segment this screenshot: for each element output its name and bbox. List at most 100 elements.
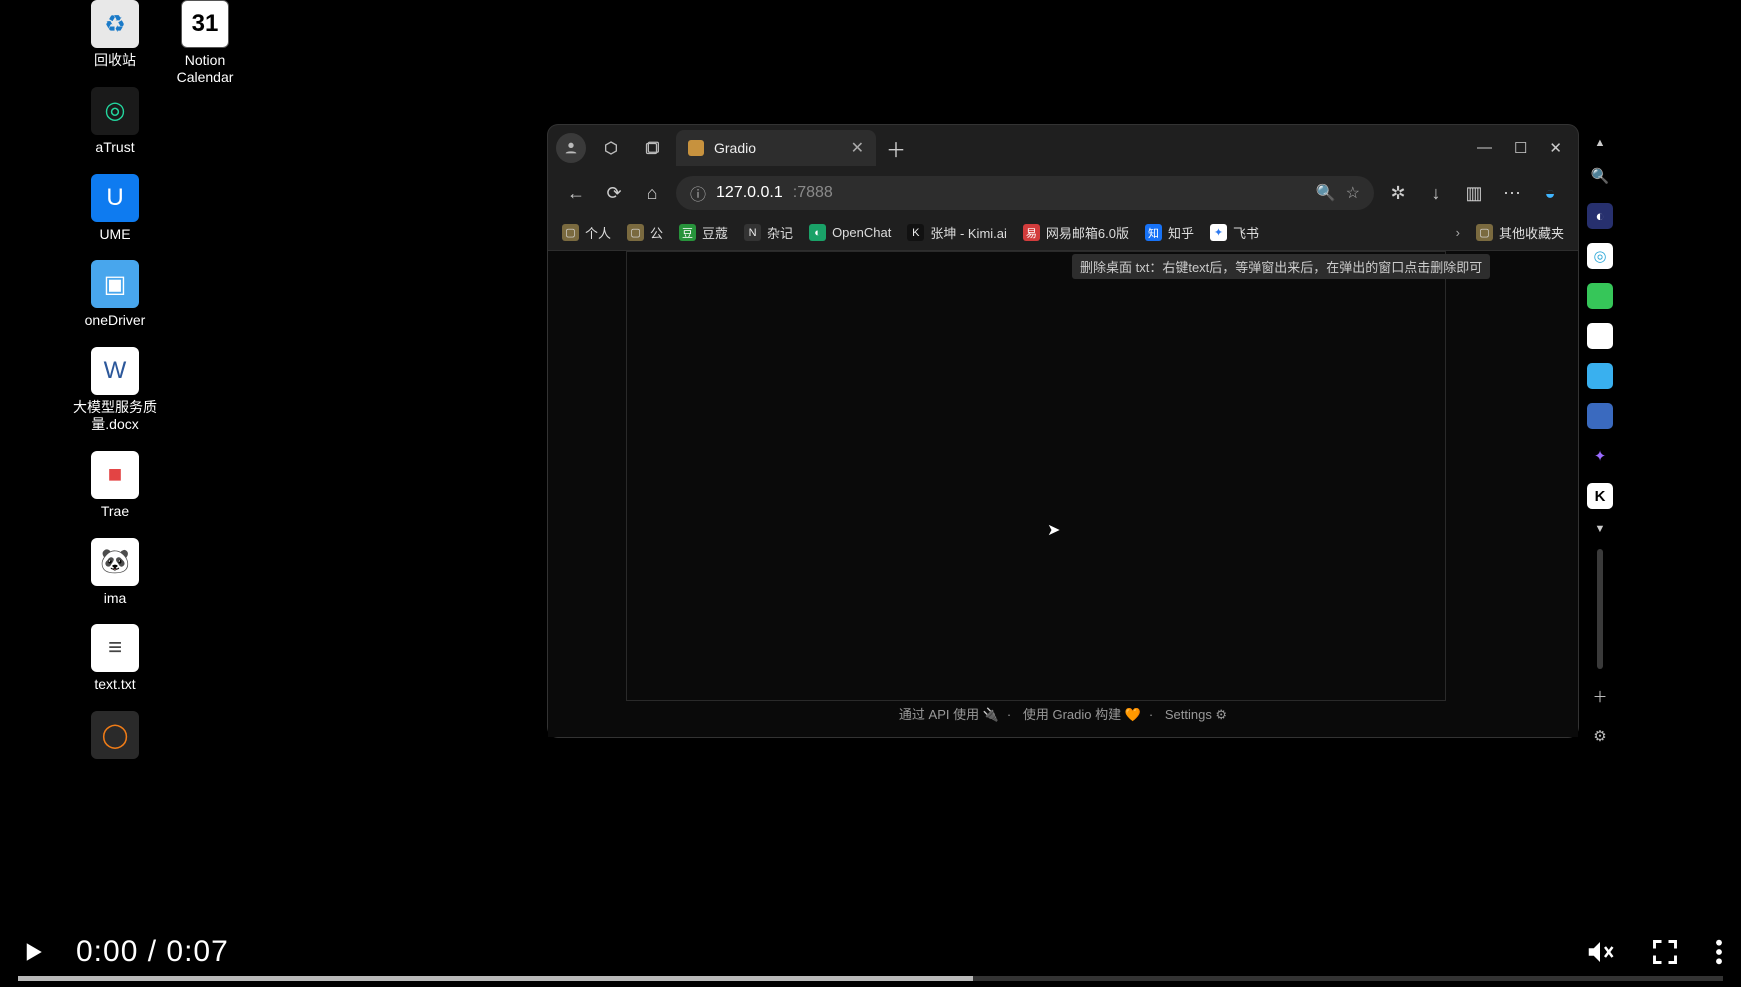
bookmark-label: 公 (650, 223, 663, 242)
side-scroll-down-icon[interactable]: ▼ (1595, 523, 1606, 535)
bookmark-notes[interactable]: N 杂记 (744, 223, 793, 242)
atrust-icon: ◎ (91, 87, 139, 135)
desktop-icon-label: 回收站 (94, 52, 136, 69)
desktop-icon-ume[interactable]: U UME (70, 174, 160, 243)
desktop-icon-docx[interactable]: W 大模型服务质量.docx (70, 347, 160, 433)
side-settings-icon[interactable]: ⚙ (1587, 723, 1613, 749)
side-app7-icon[interactable]: ✦ (1587, 443, 1613, 469)
close-window-button[interactable]: ✕ (1549, 139, 1562, 157)
bookmark-star-icon[interactable]: ☆ (1346, 183, 1360, 203)
maximize-button[interactable]: ☐ (1514, 139, 1527, 157)
bookmark-openchat[interactable]: ◐ OpenChat (809, 224, 891, 241)
side-app2-icon[interactable]: ◎ (1587, 243, 1613, 269)
bookmark-feishu[interactable]: ✦ 飞书 (1210, 223, 1259, 242)
trae-icon: ■ (91, 451, 139, 499)
bookmark-folder-personal[interactable]: ▢ 个人 (562, 223, 611, 242)
window-controls: — ☐ ✕ (1477, 139, 1570, 157)
search-in-page-icon[interactable]: 🔍 (1316, 183, 1336, 203)
side-app5-icon[interactable] (1587, 363, 1613, 389)
site-icon: 易 (1023, 224, 1040, 241)
desktop-icon-label: aTrust (95, 139, 134, 156)
bookmark-folder-work[interactable]: ▢ 公 (627, 223, 663, 242)
desktop-icon-ima[interactable]: 🐼 ima (70, 538, 160, 607)
tab-close-icon[interactable]: ✕ (851, 138, 864, 158)
recycle-bin-icon: ♻ (91, 0, 139, 48)
new-tab-button[interactable]: ＋ (886, 134, 906, 163)
mute-button[interactable] (1585, 937, 1615, 967)
side-app8-icon[interactable]: K (1587, 483, 1613, 509)
desktop-icon-atrust[interactable]: ◎ aTrust (70, 87, 160, 156)
desktop-icon-text[interactable]: ≡ text.txt (70, 624, 160, 693)
bookmark-label: 杂记 (767, 223, 793, 242)
reload-button[interactable]: ⟳ (600, 179, 628, 207)
downloads-icon[interactable]: ↓ (1422, 179, 1450, 207)
profile-icon[interactable] (556, 133, 586, 163)
desktop-icon-label: UME (99, 226, 130, 243)
collections-icon[interactable]: ▥ (1460, 179, 1488, 207)
desktop-icon-onedriver[interactable]: ▣ oneDriver (70, 260, 160, 329)
titlebar: Gradio ✕ ＋ — ☐ ✕ (548, 125, 1578, 171)
address-bar-row: ← ⟳ ⌂ ⓘ 127.0.0.1:7888 🔍 ☆ ✲ ↓ ▥ ⋯ ◒ (548, 171, 1578, 215)
side-search-icon[interactable]: 🔍 (1587, 163, 1613, 189)
bookmark-other-folder[interactable]: ▢ 其他收藏夹 (1476, 223, 1564, 242)
side-app4-icon[interactable] (1587, 323, 1613, 349)
desktop-icon-label: Notion Calendar (160, 52, 250, 86)
bookmark-zhihu[interactable]: 知 知乎 (1145, 223, 1194, 242)
cursor-icon: ➤ (1047, 520, 1060, 540)
site-icon: ◐ (809, 224, 826, 241)
fullscreen-button[interactable] (1651, 937, 1679, 967)
bookmark-label: 豆蔻 (702, 223, 728, 242)
desktop-icon-notion-calendar[interactable]: 31 Notion Calendar (160, 0, 250, 86)
home-button[interactable]: ⌂ (638, 179, 666, 207)
tab-overview-icon[interactable] (636, 133, 666, 163)
site-icon: N (744, 224, 761, 241)
side-app6-icon[interactable] (1587, 403, 1613, 429)
back-button[interactable]: ← (562, 179, 590, 207)
extensions-icon[interactable]: ✲ (1384, 179, 1412, 207)
desktop-icon-openvpn[interactable]: ◯ (70, 711, 160, 763)
bookmark-163mail[interactable]: 易 网易邮箱6.0版 (1023, 223, 1129, 242)
side-app3-icon[interactable] (1587, 283, 1613, 309)
bookmark-label: 飞书 (1233, 223, 1259, 242)
openvpn-icon: ◯ (91, 711, 139, 759)
bookmark-label: 其他收藏夹 (1499, 223, 1564, 242)
instruction-tooltip: 删除桌面 txt：右键text后，等弹窗出来后，在弹出的窗口点击删除即可 (1072, 254, 1490, 279)
video-time-display: 0:00 / 0:07 (76, 935, 229, 969)
text-file-icon: ≡ (91, 624, 139, 672)
bookmark-overflow-chevron-icon[interactable]: › (1456, 225, 1460, 240)
bookmark-kimi[interactable]: K 张坤 - Kimi.ai (907, 223, 1007, 242)
workspaces-icon[interactable] (596, 133, 626, 163)
video-progress-bar[interactable] (18, 976, 1723, 981)
folder-icon: ▢ (627, 224, 644, 241)
desktop-icon-recycle[interactable]: ♻ 回收站 (70, 0, 160, 69)
bookmark-label: 个人 (585, 223, 611, 242)
bookmark-douban[interactable]: 豆 豆蔻 (679, 223, 728, 242)
side-scroll-up-icon[interactable]: ▲ (1595, 137, 1606, 149)
site-info-icon[interactable]: ⓘ (690, 181, 706, 205)
desktop-icon-label: oneDriver (85, 312, 146, 329)
desktop-icons-col2: 31 Notion Calendar (160, 0, 250, 86)
url-box[interactable]: ⓘ 127.0.0.1:7888 🔍 ☆ (676, 176, 1374, 210)
browser-window: Gradio ✕ ＋ — ☐ ✕ ← ⟳ ⌂ ⓘ 127.0.0.1:7888 … (548, 125, 1578, 737)
bookmark-label: 知乎 (1168, 223, 1194, 242)
footer-built-link[interactable]: 使用 Gradio 构建 🧡 (1023, 707, 1141, 722)
minimize-button[interactable]: — (1477, 139, 1492, 157)
gradio-content-area: 删除桌面 txt：右键text后，等弹窗出来后，在弹出的窗口点击删除即可 ➤ (626, 251, 1446, 701)
browser-tab[interactable]: Gradio ✕ (676, 130, 876, 166)
side-add-icon[interactable]: ＋ (1587, 683, 1613, 709)
word-doc-icon: W (91, 347, 139, 395)
copilot-icon[interactable]: ◒ (1536, 179, 1564, 207)
side-scrollbar[interactable] (1597, 549, 1603, 669)
footer-settings-link[interactable]: Settings ⚙ (1165, 707, 1227, 722)
menu-button[interactable]: ⋯ (1498, 179, 1526, 207)
footer-api-link[interactable]: 通过 API 使用 🔌 (899, 707, 999, 722)
video-controls: 0:00 / 0:07 (18, 935, 1723, 969)
video-menu-button[interactable] (1715, 937, 1723, 967)
folder-icon: ▢ (562, 224, 579, 241)
play-button[interactable] (18, 937, 48, 967)
tab-title: Gradio (714, 140, 756, 156)
site-icon: K (907, 224, 924, 241)
desktop-icons-col1: ♻ 回收站 ◎ aTrust U UME ▣ oneDriver W 大模型服务… (70, 0, 160, 763)
side-app1-icon[interactable]: ◐ (1587, 203, 1613, 229)
desktop-icon-trae[interactable]: ■ Trae (70, 451, 160, 520)
